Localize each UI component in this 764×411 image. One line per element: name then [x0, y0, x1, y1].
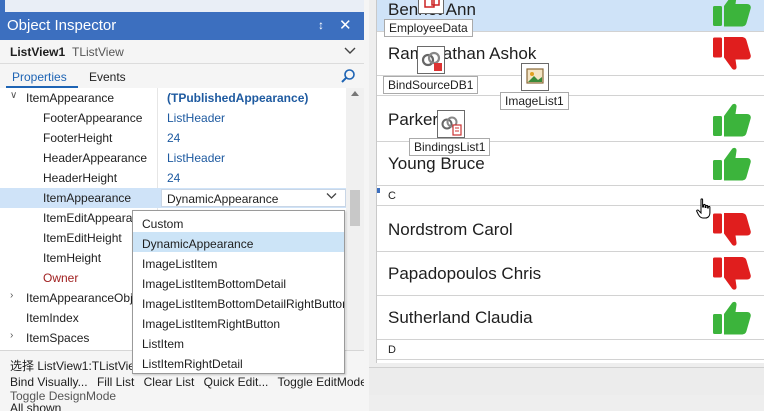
expand-icon[interactable]: › — [10, 330, 20, 341]
designer-splitter[interactable] — [364, 0, 369, 411]
hand-cursor-icon — [696, 198, 711, 219]
verb-links: Bind Visually... Fill List Clear List Qu… — [10, 375, 364, 389]
bindsourcedb1-label: BindSourceDB1 — [383, 76, 479, 94]
inspector-title-bar[interactable]: Object Inspector ↕ ✕ — [0, 12, 364, 40]
property-value[interactable]: 24 — [167, 171, 180, 185]
employeedata-label: EmployeeData — [384, 19, 473, 37]
object-selector[interactable]: ListView1 TListView — [0, 40, 364, 64]
tab-events[interactable]: Events — [89, 70, 126, 84]
list-item-text: Nordstrom Carol — [388, 220, 513, 239]
property-name: FooterHeight — [43, 131, 113, 145]
object-class: TListView — [72, 45, 124, 59]
scrollbar-thumb[interactable] — [350, 190, 360, 226]
group-header: D — [377, 340, 764, 360]
image-list-icon — [521, 63, 549, 91]
chevron-down-icon[interactable] — [326, 190, 337, 204]
list-item-text: Ramanathan Ashok — [388, 44, 537, 63]
object-inspector-panel: Object Inspector ↕ ✕ ListView1 TListView… — [0, 0, 364, 411]
top-strip-accent — [0, 0, 5, 12]
property-value[interactable]: ListHeader — [167, 111, 225, 125]
dropdown-option[interactable]: DynamicAppearance — [133, 232, 344, 252]
property-name: FooterAppearance — [43, 111, 143, 125]
list-item-text: Sutherland Claudia — [388, 308, 533, 327]
expand-icon[interactable]: › — [10, 290, 20, 301]
fill-list-link[interactable]: Fill List — [97, 375, 134, 389]
property-name: HeaderAppearance — [43, 151, 148, 165]
inspector-title: Object Inspector — [7, 17, 117, 34]
clear-list-link[interactable]: Clear List — [144, 375, 195, 389]
property-name: HeaderHeight — [43, 171, 118, 185]
property-row[interactable]: ∨ ItemAppearance (TPublishedAppearance) — [0, 88, 346, 108]
list-item[interactable]: Sutherland Claudia — [377, 296, 764, 340]
close-icon[interactable]: ✕ — [339, 16, 352, 34]
property-name: ItemEditHeight — [43, 231, 122, 245]
imagelist1-label: ImageList1 — [500, 92, 569, 110]
dropdown-option[interactable]: ImageListItemBottomDetail — [133, 272, 344, 292]
property-value[interactable]: ListHeader — [167, 151, 225, 165]
property-value-editor[interactable]: DynamicAppearance — [161, 189, 346, 207]
object-name: ListView1 — [10, 45, 66, 59]
dropdown-option[interactable]: ImageListItemRightButton — [133, 312, 344, 332]
thumbs-down-icon — [711, 36, 753, 75]
selection-marker — [377, 188, 380, 193]
dropdown-option[interactable]: ImageListItem — [133, 252, 344, 272]
property-name: ItemIndex — [26, 311, 79, 325]
group-header-label: D — [388, 344, 396, 356]
property-name: ItemSpaces — [26, 331, 90, 345]
list-item-text: Young Bruce — [388, 154, 485, 173]
item-appearance-dropdown-list[interactable]: Custom DynamicAppearance ImageListItem Imag… — [132, 210, 345, 374]
group-header-label: C — [388, 190, 396, 202]
list-item[interactable]: Parker — [377, 98, 764, 142]
thumbs-up-icon — [711, 102, 753, 141]
chevron-down-icon[interactable] — [344, 44, 356, 56]
property-name: Owner — [43, 271, 79, 285]
dropdown-option[interactable]: Custom — [133, 212, 344, 232]
tab-properties[interactable]: Properties — [12, 70, 67, 84]
list-item-text: Parker — [388, 110, 439, 129]
dropdown-option[interactable]: ListItemRightDetail — [133, 352, 344, 372]
property-value[interactable]: (TPublishedAppearance) — [167, 91, 308, 105]
dropdown-option[interactable]: ListItem — [133, 332, 344, 352]
property-row[interactable]: HeaderAppearance ListHeader — [0, 148, 346, 168]
property-grid-scrollbar[interactable] — [346, 88, 364, 350]
property-value[interactable]: 24 — [167, 131, 180, 145]
property-row[interactable]: FooterAppearance ListHeader — [0, 108, 346, 128]
property-name: ItemAppearance — [26, 91, 115, 105]
property-row[interactable]: HeaderHeight 24 — [0, 168, 346, 188]
bindsource-icon — [417, 46, 445, 74]
search-icon[interactable] — [340, 68, 356, 84]
property-name: ItemHeight — [43, 251, 102, 265]
database-icon — [418, 0, 444, 14]
thumbs-down-icon — [711, 212, 753, 251]
thumbs-up-icon — [711, 0, 753, 31]
selection-status: 选择 ListView1:TListView — [10, 359, 144, 373]
bindingslist1-label: BindingsList1 — [409, 138, 491, 156]
thumbs-down-icon — [711, 256, 753, 295]
scroll-up-icon[interactable] — [351, 90, 359, 96]
toggle-editmode-link[interactable]: Toggle EditMode — [277, 375, 364, 389]
all-shown-label: All shown — [10, 401, 62, 411]
list-item[interactable]: Papadopoulos Chris — [377, 252, 764, 296]
list-item-text: Papadopoulos Chris — [388, 264, 542, 283]
collapse-icon[interactable]: ∨ — [10, 90, 20, 101]
quick-edit-link[interactable]: Quick Edit... — [204, 375, 269, 389]
dropdown-option[interactable]: ImageListItemBottomDetailRightButton — [133, 292, 344, 312]
thumbs-up-icon — [711, 146, 753, 185]
property-row[interactable]: FooterHeight 24 — [0, 128, 346, 148]
pin-icon[interactable]: ↕ — [318, 18, 324, 32]
bind-visually-link[interactable]: Bind Visually... — [10, 375, 88, 389]
property-name: ItemAppearance — [43, 191, 132, 205]
bindings-list-icon — [437, 110, 465, 138]
property-row[interactable]: ItemAppearance DynamicAppearance — [0, 188, 346, 208]
top-strip — [0, 0, 364, 12]
inspector-tabs: Properties Events — [0, 66, 364, 88]
thumbs-up-icon — [711, 300, 753, 339]
designer-bottom-bar — [369, 367, 764, 395]
